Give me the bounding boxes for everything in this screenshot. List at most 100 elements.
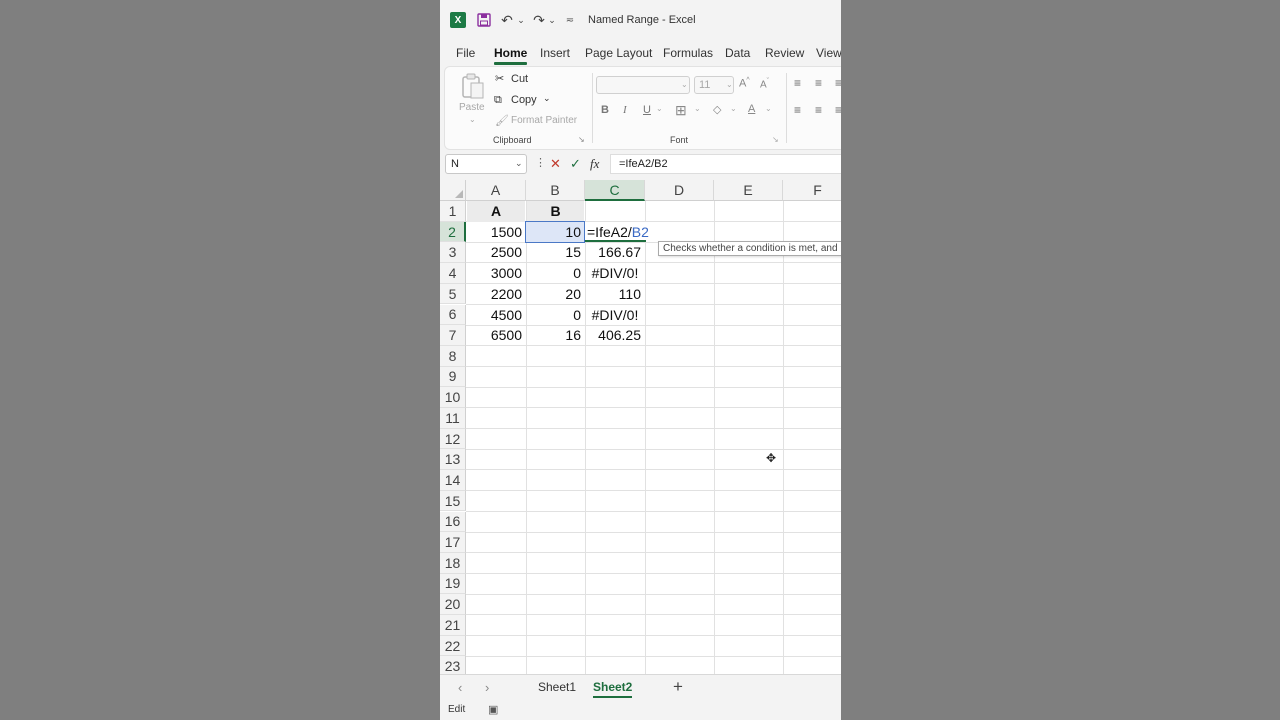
tab-view[interactable]: View xyxy=(816,46,841,60)
cell-c5[interactable]: 110 xyxy=(586,284,644,305)
customize-qat-icon[interactable]: ≂ xyxy=(564,12,576,28)
redo-icon[interactable]: ↷ xyxy=(532,12,546,28)
increase-font-icon[interactable]: A^ xyxy=(739,77,750,90)
save-icon[interactable] xyxy=(476,12,492,28)
row-header[interactable]: 13 xyxy=(440,449,466,471)
next-sheet-icon[interactable]: › xyxy=(485,680,489,695)
row-header[interactable]: 20 xyxy=(440,594,466,615)
insert-function-button[interactable]: fx xyxy=(590,156,599,172)
row-header[interactable]: 2 xyxy=(440,221,466,243)
prev-sheet-icon[interactable]: ‹ xyxy=(458,680,462,695)
align-right-icon[interactable]: ≡ xyxy=(835,103,841,117)
row-header[interactable]: 19 xyxy=(440,573,466,595)
italic-button[interactable]: I xyxy=(623,104,627,116)
font-size-dropdown-icon[interactable]: ⌄ xyxy=(726,80,733,89)
copy-button[interactable]: Copy xyxy=(511,94,537,106)
bold-button[interactable]: B xyxy=(601,104,609,116)
cell-a5[interactable]: 2200 xyxy=(467,284,525,305)
column-header-f[interactable]: F xyxy=(783,180,841,201)
cancel-button[interactable]: ✕ xyxy=(550,156,561,172)
font-color-dropdown-icon[interactable]: ⌄ xyxy=(765,104,772,113)
cell-b1[interactable]: B xyxy=(527,201,584,222)
row-header[interactable]: 15 xyxy=(440,490,466,512)
row-header[interactable]: 6 xyxy=(440,304,466,326)
row-header[interactable]: 21 xyxy=(440,615,466,636)
font-name-box[interactable] xyxy=(596,76,690,94)
align-top-icon[interactable]: ≡ xyxy=(794,76,801,90)
spreadsheet-grid[interactable]: A B C D E F 1 2 3 4 5 6 7 8 9 10 11 12 1… xyxy=(440,180,841,674)
cell-c6[interactable]: #DIV/0! xyxy=(586,305,644,326)
row-header[interactable]: 5 xyxy=(440,283,466,305)
row-header[interactable]: 8 xyxy=(440,345,466,367)
column-header-b[interactable]: B xyxy=(526,180,585,201)
row-header[interactable]: 18 xyxy=(440,552,466,574)
row-header[interactable]: 14 xyxy=(440,470,466,491)
cell-a2[interactable]: 1500 xyxy=(467,222,525,243)
column-header-c[interactable]: C xyxy=(585,180,645,201)
format-painter-icon[interactable]: 🖌 xyxy=(495,114,509,127)
tab-review[interactable]: Review xyxy=(765,46,804,60)
decrease-font-icon[interactable]: Aˇ xyxy=(760,78,769,90)
cell-c2-editing[interactable]: =IfeA2/B2 xyxy=(585,221,649,243)
fill-color-dropdown-icon[interactable]: ⌄ xyxy=(730,104,737,113)
more-options-icon[interactable]: ⋮ xyxy=(535,156,546,169)
column-header-d[interactable]: D xyxy=(645,180,714,201)
align-left-icon[interactable]: ≡ xyxy=(794,103,801,117)
font-launcher-icon[interactable]: ↘ xyxy=(772,135,779,144)
copy-icon[interactable]: ⧉ xyxy=(494,94,502,107)
row-header[interactable]: 16 xyxy=(440,511,466,533)
cut-button[interactable]: Cut xyxy=(511,73,528,85)
clipboard-launcher-icon[interactable]: ↘ xyxy=(578,135,585,144)
cell-b5[interactable]: 20 xyxy=(527,284,584,305)
row-header[interactable]: 10 xyxy=(440,387,466,408)
tab-data[interactable]: Data xyxy=(725,46,750,60)
row-header[interactable]: 1 xyxy=(440,201,466,222)
row-header[interactable]: 4 xyxy=(440,263,466,284)
tab-insert[interactable]: Insert xyxy=(540,46,570,60)
fill-color-icon[interactable]: ◇ xyxy=(713,103,721,116)
cell-b2[interactable]: 10 xyxy=(525,220,585,244)
select-all-corner[interactable] xyxy=(440,180,466,201)
tab-file[interactable]: File xyxy=(456,46,475,60)
name-box-dropdown-icon[interactable]: ⌄ xyxy=(515,158,523,169)
cell-a4[interactable]: 3000 xyxy=(467,263,525,284)
cell-b4[interactable]: 0 xyxy=(527,263,584,284)
align-middle-icon[interactable]: ≡ xyxy=(815,76,822,90)
format-painter-button[interactable]: Format Painter xyxy=(511,115,577,126)
font-name-dropdown-icon[interactable]: ⌄ xyxy=(681,80,688,89)
align-bottom-icon[interactable]: ≡ xyxy=(835,76,841,90)
paste-dropdown-icon[interactable]: ⌄ xyxy=(469,115,476,124)
font-color-icon[interactable]: A xyxy=(748,103,755,115)
tab-home[interactable]: Home xyxy=(494,46,528,65)
redo-dropdown-icon[interactable]: ⌄ xyxy=(548,12,556,28)
row-header[interactable]: 23 xyxy=(440,656,466,674)
cell-b6[interactable]: 0 xyxy=(527,305,584,326)
underline-dropdown-icon[interactable]: ⌄ xyxy=(656,104,663,113)
align-center-icon[interactable]: ≡ xyxy=(815,103,822,117)
column-header-a[interactable]: A xyxy=(466,180,526,201)
column-header-e[interactable]: E xyxy=(714,180,783,201)
copy-dropdown-icon[interactable]: ⌄ xyxy=(543,93,551,104)
row-header[interactable]: 11 xyxy=(440,408,466,429)
cell-c4[interactable]: #DIV/0! xyxy=(586,263,644,284)
enter-button[interactable]: ✓ xyxy=(570,156,581,172)
tab-page-layout[interactable]: Page Layout xyxy=(585,46,652,60)
formula-input[interactable]: =IfeA2/B2 xyxy=(610,154,841,174)
cell-b3[interactable]: 15 xyxy=(527,242,584,263)
tab-formulas[interactable]: Formulas xyxy=(663,46,713,60)
undo-dropdown-icon[interactable]: ⌄ xyxy=(517,12,525,28)
cell-a6[interactable]: 4500 xyxy=(467,305,525,326)
row-header[interactable]: 3 xyxy=(440,242,466,264)
row-header[interactable]: 12 xyxy=(440,428,466,450)
sheet-tab-sheet2[interactable]: Sheet2 xyxy=(593,680,633,698)
cell-b7[interactable]: 16 xyxy=(527,325,584,346)
undo-icon[interactable]: ↶ xyxy=(500,12,514,28)
underline-button[interactable]: U xyxy=(643,104,651,116)
paste-label[interactable]: Paste xyxy=(459,102,485,113)
paste-icon[interactable] xyxy=(460,73,486,104)
row-header[interactable]: 22 xyxy=(440,635,466,657)
cell-a3[interactable]: 2500 xyxy=(467,242,525,263)
add-sheet-button[interactable]: + xyxy=(673,677,683,697)
cut-icon[interactable]: ✂ xyxy=(495,72,504,85)
row-header[interactable]: 9 xyxy=(440,366,466,388)
